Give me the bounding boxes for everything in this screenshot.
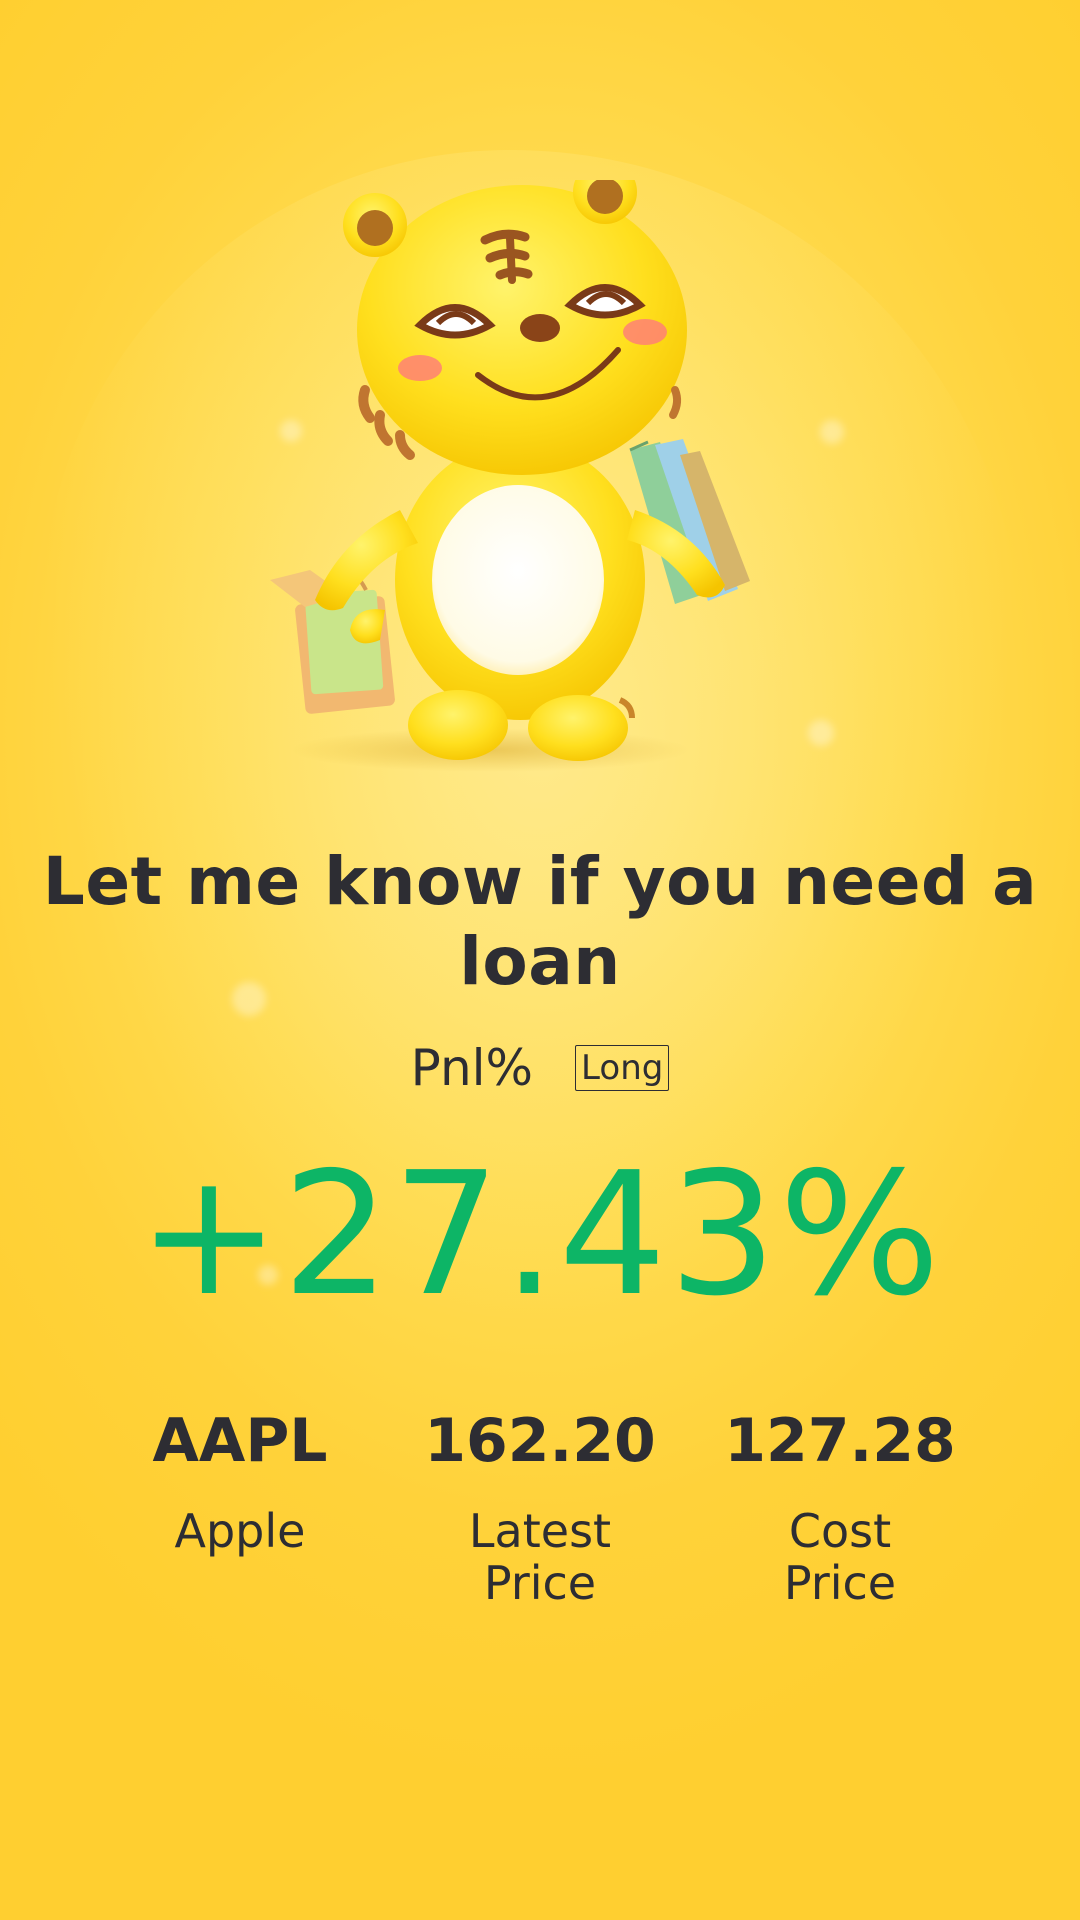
stat-value: AAPL	[152, 1406, 328, 1476]
sparkle	[820, 420, 844, 444]
pnl-label: Pnl%	[410, 1039, 534, 1097]
pnl-header: Pnl% Long	[0, 1040, 1080, 1096]
stat-latest-price: 162.20 Latest Price	[390, 1405, 690, 1609]
position-badge: Long	[575, 1045, 670, 1091]
stat-label: Latest Price	[468, 1504, 612, 1610]
tiger-mascot-icon	[260, 160, 800, 780]
stats-row: AAPL Apple 162.20 Latest Price 127.28 Co…	[90, 1405, 990, 1609]
stat-value: 127.28	[724, 1406, 956, 1476]
pnl-percentage: +27.43%	[137, 1136, 943, 1334]
stat-value: 162.20	[424, 1406, 656, 1476]
stat-symbol: AAPL Apple	[90, 1405, 390, 1609]
stat-cost-price: 127.28 Cost Price	[690, 1405, 990, 1609]
sparkle	[808, 720, 834, 746]
headline: Let me know if you need a loan	[42, 843, 1038, 1000]
stat-label: Cost Price	[783, 1504, 897, 1610]
stat-label: Apple	[174, 1504, 306, 1558]
